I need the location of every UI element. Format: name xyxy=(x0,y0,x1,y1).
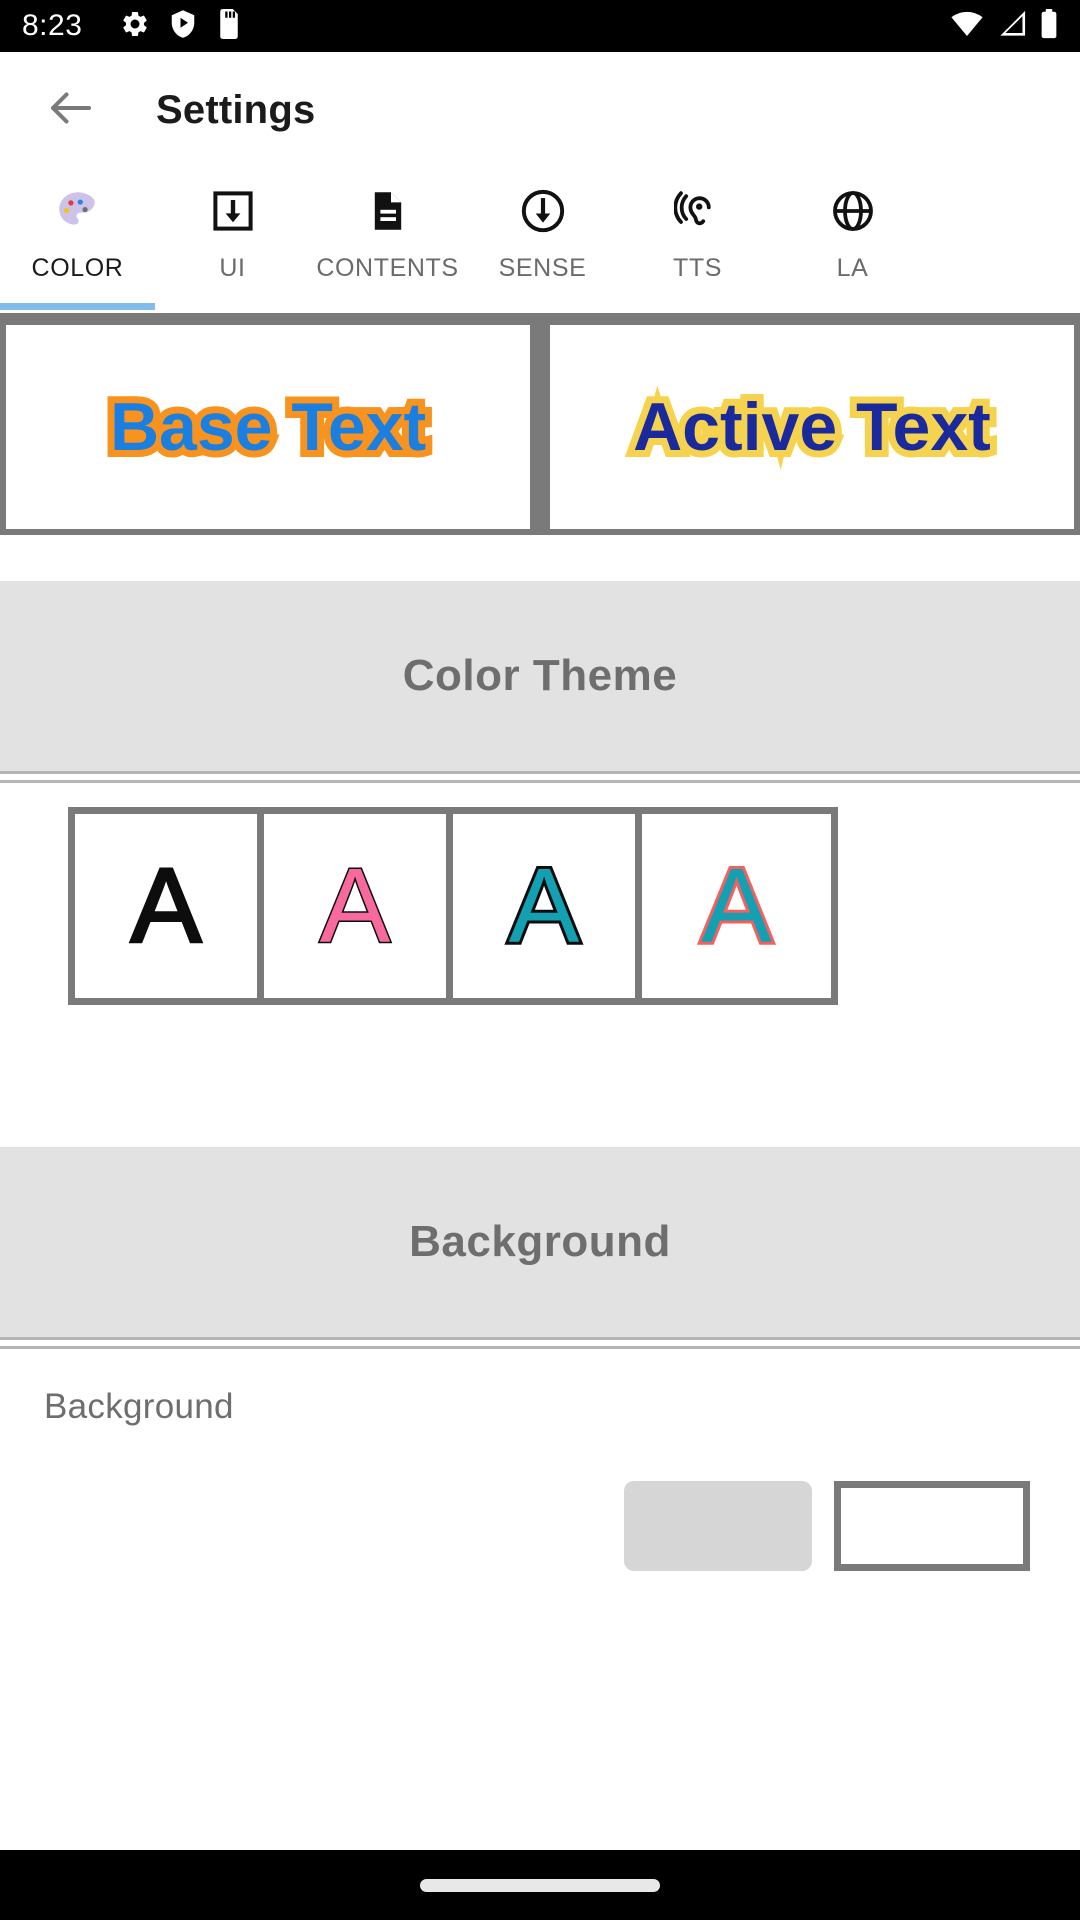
tab-label-language: LA xyxy=(836,254,869,282)
spacer-above-background xyxy=(0,1029,1080,1147)
active-text-preview-card[interactable]: Active Text xyxy=(549,325,1075,529)
base-text-sample: Base Text xyxy=(103,382,433,472)
color-theme-swatch-area: A A A A xyxy=(0,783,1080,1029)
tab-tts[interactable]: TTS xyxy=(620,168,775,303)
tab-label-contents: CONTENTS xyxy=(316,254,459,282)
background-row-label: Background xyxy=(44,1387,234,1426)
status-bar: 8:23 xyxy=(0,0,1080,52)
theme-swatch-1[interactable]: A xyxy=(75,814,264,998)
theme-swatch-2[interactable]: A xyxy=(264,814,453,998)
wifi-icon xyxy=(950,9,984,44)
active-text-sample: Active Text xyxy=(626,382,998,472)
system-navigation-bar xyxy=(0,1850,1080,1920)
color-theme-swatch-row[interactable]: A A A A xyxy=(68,807,838,1005)
color-theme-header-label: Color Theme xyxy=(402,651,678,700)
theme-swatch-3[interactable]: A xyxy=(453,814,642,998)
battery-icon xyxy=(1040,8,1058,44)
text-preview-row: Base Text Active Text xyxy=(0,319,1080,535)
theme-swatch-letter: A xyxy=(698,847,775,965)
status-bar-left: 8:23 xyxy=(22,8,950,44)
background-header-rule xyxy=(0,1337,1080,1349)
base-text-preview-card[interactable]: Base Text xyxy=(6,325,531,529)
tab-label-ui: UI xyxy=(219,254,246,282)
gear-icon xyxy=(120,9,150,44)
tab-sense[interactable]: SENSE xyxy=(465,168,620,303)
tab-contents[interactable]: CONTENTS xyxy=(310,168,465,303)
background-color-button[interactable] xyxy=(624,1481,812,1571)
ear-hearing-icon xyxy=(673,182,722,240)
tab-strip-container: COLOR UI CONTENTS SENSE TTS LA xyxy=(0,168,1080,313)
background-section-header: Background xyxy=(0,1147,1080,1337)
theme-swatch-letter: A xyxy=(318,847,392,965)
color-theme-header-rule xyxy=(0,771,1080,783)
theme-swatch-letter: A xyxy=(129,847,203,965)
status-bar-right xyxy=(950,8,1058,44)
language-icon xyxy=(829,182,877,240)
tab-label-sense: SENSE xyxy=(498,254,587,282)
tab-strip[interactable]: COLOR UI CONTENTS SENSE TTS LA xyxy=(0,168,1080,313)
tab-language[interactable]: LA xyxy=(775,168,930,303)
document-icon xyxy=(364,182,412,240)
theme-swatch-4[interactable]: A xyxy=(642,814,831,998)
color-theme-section-header: Color Theme xyxy=(0,581,1080,771)
tab-label-color: COLOR xyxy=(31,254,124,282)
background-header-label: Background xyxy=(409,1217,671,1266)
spacer-above-color-theme xyxy=(0,535,1080,581)
sd-card-icon xyxy=(216,8,242,44)
tab-color[interactable]: COLOR xyxy=(0,168,155,303)
home-indicator-pill[interactable] xyxy=(420,1878,660,1892)
theme-swatch-letter: A xyxy=(506,847,583,965)
background-preview-box[interactable] xyxy=(834,1481,1030,1571)
shield-play-icon xyxy=(168,9,198,44)
arrow-left-icon xyxy=(44,81,98,140)
palette-icon xyxy=(53,182,103,240)
circle-arrow-down-icon xyxy=(518,182,568,240)
tab-ui[interactable]: UI xyxy=(155,168,310,303)
background-row-controls xyxy=(44,1481,1036,1571)
tab-label-tts: TTS xyxy=(672,254,723,282)
download-box-icon xyxy=(209,182,257,240)
back-button[interactable] xyxy=(40,79,102,141)
status-clock: 8:23 xyxy=(22,9,83,42)
tab-active-indicator xyxy=(0,303,155,310)
preview-divider xyxy=(536,319,544,535)
cellular-signal-icon xyxy=(996,9,1028,44)
background-setting-row[interactable]: Background xyxy=(0,1349,1080,1571)
app-bar: Settings xyxy=(0,52,1080,168)
page-title: Settings xyxy=(156,87,316,132)
